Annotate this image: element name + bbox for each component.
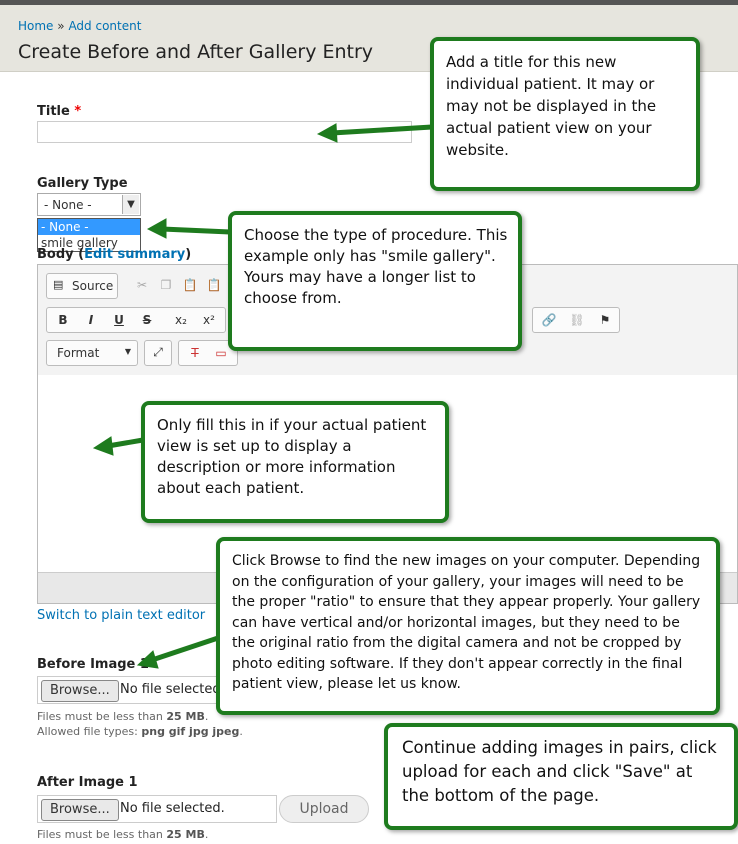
- before-types-description: Allowed file types: png gif jpg jpeg.: [37, 725, 243, 738]
- bold-button[interactable]: B: [53, 311, 73, 329]
- paste-text-icon[interactable]: 📋: [204, 276, 224, 294]
- maximize-icon: ⤢: [153, 345, 163, 359]
- subscript-button[interactable]: x₂: [171, 311, 191, 329]
- arrow-to-before-image: [149, 635, 221, 663]
- after-no-file-text: No file selected.: [120, 801, 225, 816]
- format-label: Format: [57, 346, 100, 360]
- format-select[interactable]: Format ▼: [46, 340, 138, 366]
- maximize-button[interactable]: ⤢: [144, 340, 172, 366]
- italic-button[interactable]: I: [81, 311, 101, 329]
- gallery-type-selected-value: - None -: [44, 198, 92, 212]
- link-icon[interactable]: 🔗: [539, 311, 559, 329]
- gallery-type-label: Gallery Type: [37, 176, 128, 191]
- callout-body: Only fill this in if your actual patient…: [141, 401, 449, 523]
- after-image-label: After Image 1: [37, 775, 138, 790]
- remove-format-icon[interactable]: T̶: [185, 344, 205, 362]
- underline-button[interactable]: U: [109, 311, 129, 329]
- callout-title: Add a title for this new individual pati…: [430, 37, 700, 191]
- cut-icon[interactable]: ✂: [132, 276, 152, 294]
- breadcrumb-home-link[interactable]: Home: [18, 19, 53, 33]
- breadcrumb-add-content-link[interactable]: Add content: [68, 19, 141, 33]
- arrow-to-gallery-type: [159, 226, 233, 235]
- superscript-button[interactable]: x²: [199, 311, 219, 329]
- after-size-description: Files must be less than 25 MB.: [37, 828, 209, 841]
- after-browse-button[interactable]: Browse...: [41, 799, 119, 821]
- before-browse-button[interactable]: Browse...: [41, 680, 119, 702]
- required-marker: *: [74, 104, 82, 119]
- flag-icon[interactable]: ⚑: [595, 311, 615, 329]
- clipboard-group: ✂ ❐ 📋 📋: [124, 273, 234, 299]
- breadcrumb-separator: »: [57, 19, 65, 33]
- before-size-description: Files must be less than 25 MB.: [37, 710, 209, 723]
- source-icon: ▤: [53, 278, 64, 291]
- chevron-down-icon[interactable]: ▼: [122, 195, 139, 214]
- upload-button[interactable]: Upload: [279, 795, 369, 823]
- page-title: Create Before and After Gallery Entry: [18, 41, 374, 63]
- body-label: Body (Edit summary): [37, 247, 192, 262]
- dropdown-option-none[interactable]: - None -: [38, 219, 140, 235]
- switch-plain-text-link[interactable]: Switch to plain text editor: [37, 608, 205, 623]
- callout-browse: Click Browse to find the new images on y…: [216, 537, 720, 715]
- paste-icon[interactable]: 📋: [180, 276, 200, 294]
- formatting-group: B I U S x₂ x²: [46, 307, 226, 333]
- before-no-file-text: No file selected.: [120, 682, 225, 697]
- strikethrough-button[interactable]: S: [137, 311, 157, 329]
- link-group: 🔗 ⛓ ⚑: [532, 307, 620, 333]
- title-input[interactable]: [37, 121, 412, 143]
- arrow-head-gallery-type: [146, 218, 167, 239]
- chevron-down-icon: ▼: [124, 347, 131, 356]
- source-button[interactable]: ▤ Source: [46, 273, 118, 299]
- callout-gallery-type: Choose the type of procedure. This examp…: [228, 211, 522, 351]
- copy-icon[interactable]: ❐: [156, 276, 176, 294]
- after-image-file-input[interactable]: Browse... No file selected.: [37, 795, 277, 823]
- gallery-type-select[interactable]: - None - ▼: [37, 193, 141, 216]
- unlink-icon[interactable]: ⛓: [567, 311, 587, 329]
- before-image-label: Before Image 1: [37, 657, 149, 672]
- title-label: Title *: [37, 104, 82, 119]
- callout-pairs: Continue adding images in pairs, click u…: [384, 723, 738, 830]
- edit-summary-link[interactable]: Edit summary: [84, 247, 185, 262]
- breadcrumb: Home » Add content: [18, 19, 141, 33]
- source-label: Source: [72, 279, 114, 293]
